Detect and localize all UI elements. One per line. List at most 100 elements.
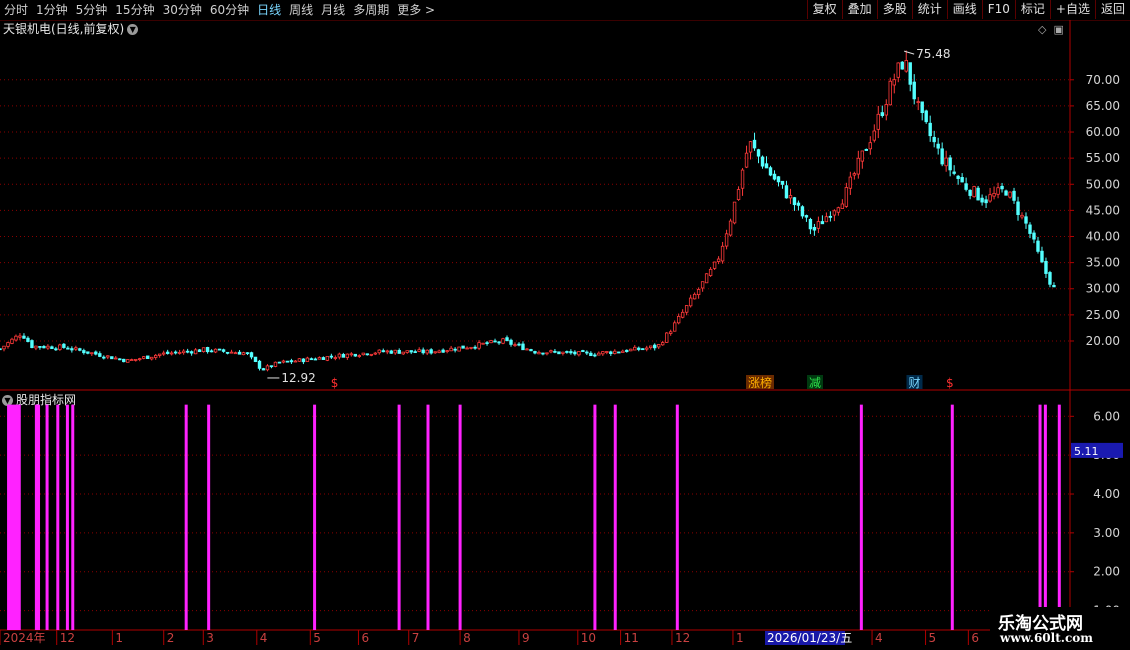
candle-body: [968, 189, 972, 196]
x-tick-label: 11: [624, 631, 639, 645]
candle-body: [98, 353, 102, 357]
candle-body: [613, 350, 617, 354]
y-tick-label: 60.00: [1086, 125, 1120, 139]
candle-body: [617, 351, 621, 354]
x-tick-label: 3: [206, 631, 214, 645]
candle-body: [126, 359, 130, 363]
candle-body: [704, 273, 709, 284]
cursor-date-label: 2026/01/23/五: [767, 631, 852, 645]
candle-body: [744, 152, 749, 168]
candle-body: [341, 354, 346, 358]
candle-body: [840, 203, 845, 209]
candle-body: [46, 345, 50, 349]
candle-body: [10, 338, 14, 344]
signal-bar: [1038, 404, 1042, 630]
candle-body: [26, 337, 30, 342]
candle-body: [932, 136, 936, 143]
candle-body: [130, 359, 134, 362]
candle-body: [261, 368, 266, 371]
candle-body: [661, 342, 665, 346]
candle-body: [197, 349, 202, 353]
candle-body: [545, 352, 549, 355]
candle-body: [872, 130, 876, 141]
candle-body: [880, 112, 884, 117]
candle-body: [201, 347, 206, 352]
candle-body: [169, 352, 174, 355]
candle-body: [876, 113, 880, 130]
candle-body: [493, 340, 497, 343]
candle-body: [533, 351, 537, 354]
candle-body: [708, 268, 713, 276]
candle-body: [912, 81, 916, 100]
candle-body: [489, 340, 493, 344]
candle-body: [74, 347, 78, 350]
candle-body: [561, 351, 565, 354]
y-tick-label: 25.00: [1086, 308, 1120, 322]
signal-bar: [313, 404, 317, 630]
candle-body: [609, 351, 613, 355]
y-tick-label: 55.00: [1086, 151, 1120, 165]
candle-body: [34, 345, 38, 349]
candle-body: [824, 216, 829, 223]
candle-body: [465, 347, 469, 350]
candle-body: [469, 346, 473, 349]
candle-body: [305, 357, 310, 362]
candle-body: [948, 157, 952, 171]
candle-body: [513, 344, 517, 347]
x-tick-label: 4: [260, 631, 268, 645]
candle-body: [633, 346, 637, 351]
candle-body: [924, 110, 928, 123]
candle-body: [417, 349, 421, 352]
candle-body: [38, 346, 42, 348]
candle-body: [217, 348, 222, 351]
event-marker: $: [331, 376, 339, 390]
candle-body: [365, 353, 369, 356]
candle-body: [501, 338, 505, 344]
candle-body: [637, 347, 641, 350]
candle-body: [956, 175, 960, 179]
candle-body: [265, 365, 270, 371]
candle-body: [293, 360, 298, 363]
candle-body: [748, 141, 753, 153]
x-tick-label: 1: [115, 631, 123, 645]
candle-body: [473, 346, 477, 349]
candle-body: [389, 350, 393, 354]
candle-body: [405, 350, 409, 353]
candle-body: [804, 215, 809, 218]
candle-body: [960, 177, 964, 183]
candle-body: [537, 351, 541, 355]
candle-body: [485, 342, 489, 345]
candle-body: [253, 356, 258, 362]
candle-body: [289, 360, 294, 363]
candle-body: [377, 349, 381, 354]
candle-body: [752, 139, 757, 149]
candle-body: [868, 142, 873, 150]
y-tick-label: 2.00: [1093, 565, 1120, 579]
candle-body: [2, 345, 6, 350]
candle-body: [904, 60, 908, 72]
watermark-url: www.60lt.com: [1000, 631, 1093, 645]
candle-body: [712, 261, 717, 269]
candle-body: [86, 351, 90, 354]
candle-body: [106, 355, 110, 358]
price-chart[interactable]: 20.00 25.00 30.00 35.00 40.00 45.00 50.00 55.00…: [0, 0, 1130, 650]
candle-body: [964, 183, 968, 190]
candle-body: [62, 343, 66, 348]
candle-body: [581, 350, 585, 353]
signal-bar: [56, 404, 60, 630]
candle-body: [688, 297, 693, 307]
candle-body: [321, 357, 326, 360]
candle-body: [241, 352, 246, 356]
candle-body: [521, 343, 525, 351]
candle-body: [66, 347, 70, 350]
candle-body: [6, 342, 10, 347]
candle-body: [1032, 232, 1036, 240]
signal-bar: [45, 404, 49, 630]
candle-body: [569, 351, 573, 354]
candle-body: [696, 289, 701, 296]
candle-body: [481, 342, 485, 345]
event-marker: $: [946, 376, 954, 390]
candle-body: [1020, 214, 1024, 218]
candle-body: [205, 347, 210, 353]
candle-body: [716, 258, 721, 262]
